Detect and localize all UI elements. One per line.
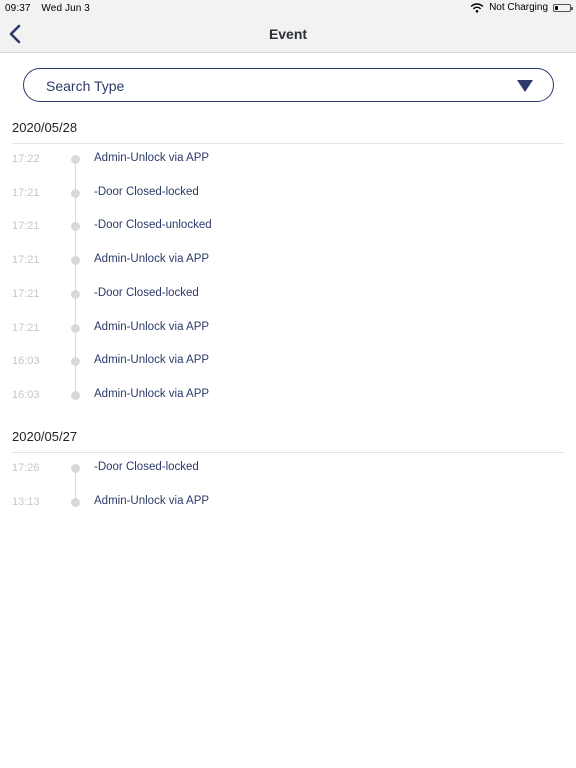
timeline-dot: [71, 155, 80, 164]
triangle-down-icon: [517, 80, 533, 92]
timeline-dot: [71, 357, 80, 367]
search-type-label: Search Type: [46, 78, 125, 94]
event-time: 17:22: [12, 153, 40, 165]
event-time: 17:21: [12, 321, 40, 334]
day-header: 2020/05/27: [12, 429, 78, 444]
event-description: Admin-Unlock via APP: [94, 494, 210, 507]
page-title: Event: [268, 26, 308, 42]
wifi-icon: [470, 2, 484, 13]
navigation-bar: Event: [0, 16, 576, 53]
event-time: 16:03: [12, 388, 40, 401]
event-description: Admin-Unlock via APP: [94, 354, 210, 367]
status-time: 09:37: [5, 3, 31, 14]
timeline-dot: [71, 289, 80, 299]
timeline-dot: [71, 256, 80, 266]
event-row[interactable]: 17:21 -Door Closed-locked: [0, 285, 576, 305]
event-row[interactable]: 17:22 Admin-Unlock via APP: [0, 150, 576, 170]
event-description: -Door Closed-unlocked: [94, 219, 212, 232]
timeline-dot: [71, 188, 80, 198]
divider: [12, 143, 564, 144]
event-row[interactable]: 17:21 Admin-Unlock via APP: [0, 319, 576, 339]
divider: [12, 452, 564, 453]
charging-status: Not Charging: [489, 2, 548, 13]
event-time: 17:21: [12, 186, 40, 199]
event-description: Admin-Unlock via APP: [94, 253, 210, 266]
event-row[interactable]: 17:21 -Door Closed-unlocked: [0, 217, 576, 237]
event-description: -Door Closed-locked: [94, 461, 199, 473]
event-row[interactable]: 17:26 -Door Closed-locked: [0, 459, 576, 479]
timeline-dot: [71, 497, 80, 507]
timeline-dot: [71, 222, 80, 232]
event-description: -Door Closed-locked: [94, 286, 199, 299]
event-description: -Door Closed-locked: [94, 185, 199, 198]
event-row[interactable]: 16:03 Admin-Unlock via APP: [0, 352, 576, 372]
event-description: Admin-Unlock via APP: [94, 152, 210, 164]
timeline-dot: [71, 390, 80, 400]
event-row[interactable]: 17:21 -Door Closed-locked: [0, 184, 576, 204]
status-date: Wed Jun 3: [41, 3, 90, 14]
event-time: 16:03: [12, 355, 40, 368]
event-description: Admin-Unlock via APP: [94, 387, 210, 400]
timeline-dot: [71, 464, 80, 473]
status-bar: 09:37 Wed Jun 3 Not Charging: [0, 0, 576, 16]
event-time: 17:21: [12, 220, 40, 233]
event-row[interactable]: 16:03 Admin-Unlock via APP: [0, 386, 576, 406]
event-time: 13:13: [12, 495, 40, 508]
search-type-dropdown[interactable]: Search Type: [23, 68, 554, 102]
event-time: 17:26: [12, 462, 40, 474]
day-header: 2020/05/28: [12, 120, 78, 135]
event-time: 17:21: [12, 254, 40, 267]
timeline-dot: [71, 323, 80, 333]
event-time: 17:21: [12, 287, 40, 300]
event-row[interactable]: 17:21 Admin-Unlock via APP: [0, 251, 576, 271]
event-row[interactable]: 13:13 Admin-Unlock via APP: [0, 493, 576, 513]
event-description: Admin-Unlock via APP: [94, 320, 210, 333]
battery-icon: [553, 3, 573, 12]
